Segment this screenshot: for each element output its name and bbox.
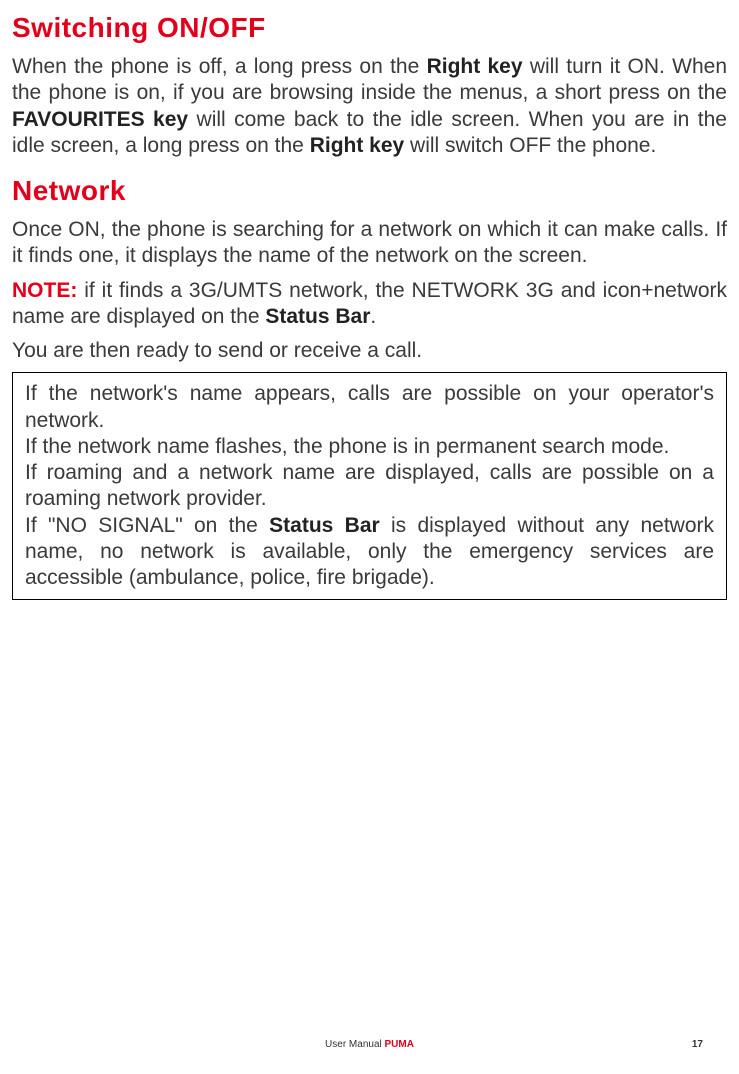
box-line-3: If roaming and a network name are displa… bbox=[25, 460, 714, 513]
section-title-network: Network bbox=[12, 175, 727, 207]
bold-favourites-key: FAVOURITES key bbox=[12, 108, 188, 131]
footer-brand: PUMA bbox=[385, 1039, 414, 1050]
note-label: NOTE: bbox=[12, 279, 77, 302]
footer: User Manual PUMA bbox=[0, 1039, 739, 1050]
bold-right-key-1: Right key bbox=[427, 55, 523, 78]
switching-paragraph: When the phone is off, a long press on t… bbox=[12, 54, 727, 159]
bold-status-bar-2: Status Bar bbox=[269, 514, 380, 537]
text-fragment: When the phone is off, a long press on t… bbox=[12, 55, 427, 78]
box-line-2: If the network name flashes, the phone i… bbox=[25, 434, 714, 460]
bold-right-key-2: Right key bbox=[310, 134, 405, 157]
box-line-4: If "NO SIGNAL" on the Status Bar is disp… bbox=[25, 513, 714, 592]
text-fragment: If "NO SIGNAL" on the bbox=[25, 514, 269, 537]
text-fragment: will switch OFF the phone. bbox=[404, 134, 656, 157]
bold-status-bar-1: Status Bar bbox=[265, 305, 370, 328]
box-line-1: If the network's name appears, calls are… bbox=[25, 381, 714, 434]
network-paragraph-1: Once ON, the phone is searching for a ne… bbox=[12, 217, 727, 270]
section-title-switching: Switching ON/OFF bbox=[12, 12, 727, 44]
network-note: NOTE: if it finds a 3G/UMTS network, the… bbox=[12, 278, 727, 331]
network-paragraph-2: You are then ready to send or receive a … bbox=[12, 338, 727, 364]
info-box: If the network's name appears, calls are… bbox=[12, 372, 727, 600]
page-number: 17 bbox=[692, 1039, 703, 1050]
footer-label: User Manual bbox=[325, 1039, 384, 1050]
text-fragment: . bbox=[370, 305, 376, 328]
